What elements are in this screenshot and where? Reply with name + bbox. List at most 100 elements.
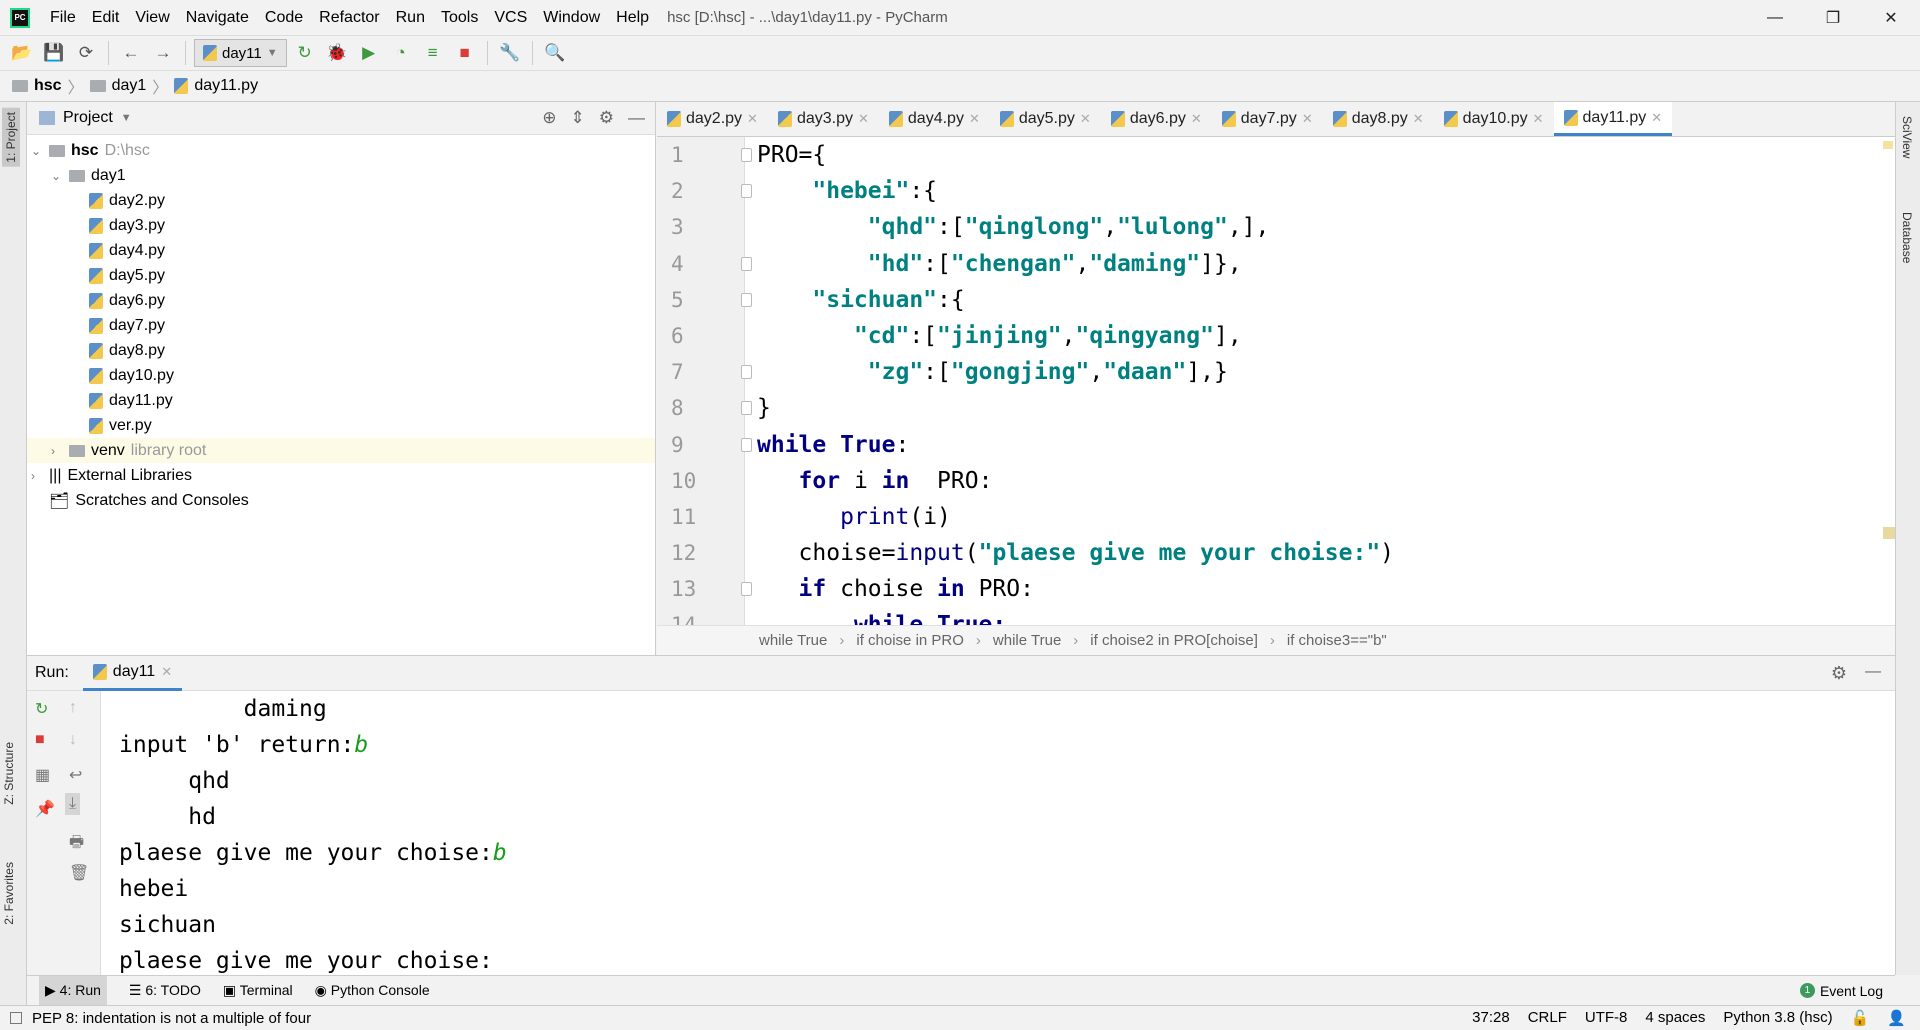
code-line[interactable]: if choise in PRO: — [757, 571, 1877, 607]
close-icon[interactable]: ✕ — [1080, 111, 1091, 127]
sync-icon[interactable]: ⟳ — [72, 39, 100, 67]
forward-icon[interactable]: → — [149, 39, 177, 67]
tree-item[interactable]: day7.py — [27, 313, 655, 338]
tab-day4[interactable]: day4.py ✕ — [879, 102, 990, 136]
status-message[interactable]: PEP 8: indentation is not a multiple of … — [32, 1010, 311, 1027]
back-icon[interactable]: ← — [117, 39, 145, 67]
tree-item[interactable]: day3.py — [27, 213, 655, 238]
tab-day11[interactable]: day11.py ✕ — [1553, 102, 1673, 136]
coverage-icon[interactable]: ▶ — [355, 39, 383, 67]
layout-icon[interactable]: ▦ — [35, 765, 50, 785]
code-line[interactable]: "zg":["gongjing","daan"],} — [757, 354, 1877, 390]
rerun-icon[interactable]: ↻ — [291, 39, 319, 67]
restore-button[interactable]: ❐ — [1804, 0, 1862, 35]
stop-icon[interactable]: ■ — [35, 731, 45, 749]
tree-item[interactable]: day4.py — [27, 238, 655, 263]
tool-tab-favorites[interactable]: 2: Favorites — [2, 862, 16, 925]
chevron-down-icon[interactable]: ⌄ — [31, 144, 43, 158]
tab-day5[interactable]: day5.py ✕ — [990, 102, 1101, 136]
menu-file[interactable]: File — [42, 9, 84, 27]
gear-icon[interactable]: ⚙ — [1831, 663, 1847, 684]
soft-wrap-icon[interactable]: ↩ — [69, 765, 82, 785]
code-line[interactable]: while True: — [757, 607, 1877, 625]
menu-code[interactable]: Code — [257, 9, 311, 27]
fold-end-icon[interactable] — [741, 365, 752, 380]
print-icon[interactable]: 🖶 — [69, 831, 84, 858]
bottom-tab-todo[interactable]: ☰ 6: TODO — [129, 982, 201, 999]
code-breadcrumb-item[interactable]: if choise2 in PRO[choise] — [1090, 632, 1258, 649]
fold-icon[interactable] — [741, 582, 752, 597]
code-line[interactable]: "sichuan":{ — [757, 282, 1877, 318]
console-output[interactable]: daming input 'b' return:b qhd hd plaese gi… — [119, 691, 1879, 976]
close-icon[interactable]: ✕ — [1651, 110, 1662, 126]
close-icon[interactable]: ✕ — [1533, 111, 1544, 127]
tab-day7[interactable]: day7.py ✕ — [1212, 102, 1323, 136]
menu-window[interactable]: Window — [535, 9, 608, 27]
chevron-down-icon[interactable]: ⌄ — [51, 169, 63, 183]
code-line[interactable]: "cd":["jinjing","qingyang"], — [757, 318, 1877, 354]
fold-icon[interactable] — [741, 148, 752, 162]
lock-icon[interactable]: 🔓 — [1851, 1009, 1870, 1027]
menu-navigate[interactable]: Navigate — [178, 9, 257, 27]
scroll-to-end-icon[interactable]: ⤓ — [65, 793, 81, 815]
tree-item[interactable]: ⌄ hsc D:\hsc — [27, 138, 655, 163]
tab-day6[interactable]: day6.py ✕ — [1101, 102, 1212, 136]
line-separator[interactable]: CRLF — [1528, 1009, 1567, 1027]
code-line[interactable]: "hebei":{ — [757, 173, 1877, 209]
nav-file[interactable]: day11.py — [194, 77, 258, 95]
code-line[interactable]: "qhd":["qinglong","lulong",], — [757, 209, 1877, 245]
run-tab[interactable]: day11 ✕ — [82, 656, 183, 691]
nav-day1[interactable]: day1 — [112, 77, 147, 95]
toggle-panels-icon[interactable] — [10, 1012, 22, 1024]
debug-icon[interactable]: 🐞 — [323, 39, 351, 67]
chevron-right-icon[interactable]: › — [51, 444, 63, 458]
tree-item[interactable]: ver.py — [27, 413, 655, 438]
run-config-dropdown[interactable]: day11 ▼ — [194, 39, 287, 67]
rerun-icon[interactable]: ↻ — [35, 699, 48, 719]
tab-day10[interactable]: day10.py ✕ — [1434, 102, 1554, 136]
fold-end-icon[interactable] — [741, 256, 752, 271]
project-title[interactable]: Project — [63, 109, 113, 127]
close-icon[interactable]: ✕ — [1302, 111, 1313, 127]
code-line[interactable]: PRO={ — [757, 137, 1877, 173]
open-folder-icon[interactable]: 📂 — [8, 39, 36, 67]
tree-item[interactable]: › venv library root — [27, 438, 655, 463]
code-breadcrumb-item[interactable]: if choise3=="b" — [1287, 632, 1387, 649]
gear-icon[interactable]: ⚙ — [599, 108, 614, 128]
locate-icon[interactable]: ⊕ — [542, 108, 556, 128]
save-icon[interactable]: 💾 — [40, 39, 68, 67]
code-line[interactable]: "hd":["chengan","daming"]}, — [757, 246, 1877, 282]
close-icon[interactable]: ✕ — [1191, 111, 1202, 127]
code-line[interactable]: choise=input("plaese give me your choise… — [757, 535, 1877, 571]
error-stripe[interactable] — [1881, 137, 1895, 625]
pin-icon[interactable]: 📌 — [35, 799, 55, 819]
event-log-button[interactable]: 1 Event Log — [1799, 983, 1883, 999]
code-line[interactable]: } — [757, 390, 1877, 426]
menu-view[interactable]: View — [127, 9, 177, 27]
settings-wrench-icon[interactable]: 🔧 — [496, 39, 524, 67]
fold-icon[interactable] — [741, 184, 752, 199]
bottom-tab-run[interactable]: ▶ 4: Run — [39, 976, 107, 1005]
menu-help[interactable]: Help — [608, 9, 657, 27]
menu-run[interactable]: Run — [388, 9, 433, 27]
tab-day2[interactable]: day2.py ✕ — [657, 102, 768, 136]
menu-vcs[interactable]: VCS — [486, 9, 535, 27]
close-icon[interactable]: ✕ — [858, 111, 869, 127]
tool-tab-structure[interactable]: Z: Structure — [2, 742, 16, 805]
code-line[interactable]: print(i) — [757, 499, 1877, 535]
fold-icon[interactable] — [741, 437, 752, 452]
close-button[interactable]: ✕ — [1862, 0, 1920, 35]
up-icon[interactable]: ↑ — [69, 699, 77, 717]
stop-icon[interactable]: ■ — [451, 39, 479, 67]
menu-tools[interactable]: Tools — [433, 9, 486, 27]
code-line[interactable]: for i in PRO: — [757, 463, 1877, 499]
collapse-icon[interactable]: ⇕ — [571, 108, 585, 128]
concurrency-icon[interactable]: ≡ — [419, 39, 447, 67]
minimize-button[interactable]: — — [1746, 0, 1804, 35]
tree-item[interactable]: day11.py — [27, 388, 655, 413]
menu-refactor[interactable]: Refactor — [311, 9, 387, 27]
hide-icon[interactable]: — — [1865, 663, 1881, 681]
tool-tab-database[interactable]: Database — [1900, 212, 1914, 263]
tree-item[interactable]: day5.py — [27, 263, 655, 288]
chevron-down-icon[interactable]: ▼ — [121, 112, 132, 124]
